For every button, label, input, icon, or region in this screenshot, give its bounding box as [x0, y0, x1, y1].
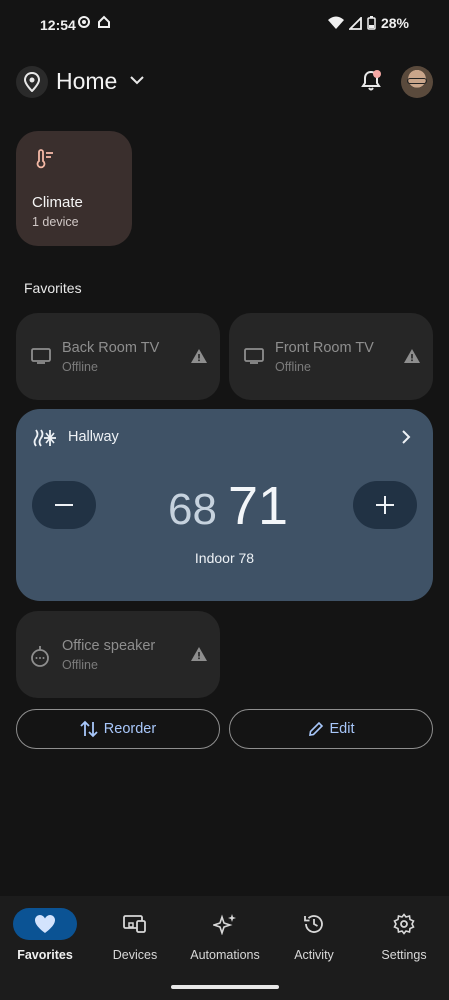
- home-selector[interactable]: Home: [56, 68, 117, 95]
- nav-label: Favorites: [17, 948, 73, 962]
- sync-icon: [78, 16, 90, 28]
- climate-device-count: 1 device: [32, 215, 79, 229]
- edit-button[interactable]: Edit: [229, 709, 433, 749]
- warning-icon: [404, 349, 420, 363]
- nav-devices[interactable]: Devices: [90, 908, 180, 962]
- nav-label: Automations: [190, 948, 260, 962]
- device-name: Back Room TV: [62, 340, 160, 356]
- reorder-button[interactable]: Reorder: [16, 709, 220, 749]
- reorder-icon: [80, 720, 98, 738]
- thermometer-icon: [36, 149, 53, 169]
- device-status: Offline: [62, 658, 98, 672]
- edit-label: Edit: [329, 721, 355, 737]
- home-status-icon: [98, 15, 110, 28]
- increase-temp-button[interactable]: [353, 481, 417, 529]
- chevron-down-icon[interactable]: [129, 72, 145, 88]
- battery-icon: [367, 16, 376, 30]
- heat-cool-icon: [33, 429, 56, 447]
- temperature-current: 71: [228, 476, 289, 536]
- minus-icon: [55, 504, 73, 506]
- nav-favorites[interactable]: Favorites: [0, 908, 90, 962]
- plus-icon: [376, 496, 394, 514]
- status-time: 12:54: [40, 17, 76, 33]
- thermostat-name: Hallway: [68, 429, 119, 445]
- device-status: Offline: [62, 360, 98, 374]
- climate-tile[interactable]: Climate 1 device: [16, 131, 132, 246]
- home-pin-icon[interactable]: [16, 66, 48, 98]
- device-name: Front Room TV: [275, 340, 374, 356]
- gear-icon: [393, 913, 415, 935]
- nav-label: Activity: [294, 948, 334, 962]
- device-tile-back-room-tv[interactable]: Back Room TV Offline: [16, 313, 220, 400]
- heart-icon: [35, 915, 55, 933]
- notification-badge: [373, 70, 381, 78]
- header: Home: [16, 62, 433, 102]
- avatar[interactable]: [401, 66, 433, 98]
- signal-icon: [348, 16, 362, 30]
- indoor-temperature: Indoor 78: [194, 550, 255, 566]
- nav-settings[interactable]: Settings: [359, 908, 449, 962]
- speaker-icon: [31, 646, 49, 667]
- battery-percent: 28%: [380, 15, 409, 31]
- device-tile-office-speaker[interactable]: Office speaker Offline: [16, 611, 220, 698]
- temperature-setpoint: 68: [168, 485, 217, 534]
- reorder-label: Reorder: [103, 721, 157, 737]
- tv-icon: [244, 348, 264, 364]
- thermostat-card-hallway[interactable]: Hallway 68 71 Indoor 78: [16, 409, 433, 601]
- wifi-icon: [327, 16, 344, 29]
- device-tile-front-room-tv[interactable]: Front Room TV Offline: [229, 313, 433, 400]
- sparkle-icon: [213, 914, 236, 935]
- nav-activity[interactable]: Activity: [269, 908, 359, 962]
- climate-title: Climate: [32, 194, 83, 211]
- warning-icon: [191, 349, 207, 363]
- nav-label: Devices: [112, 948, 158, 962]
- history-icon: [304, 915, 323, 933]
- nav-label: Settings: [381, 948, 427, 962]
- device-status: Offline: [275, 360, 311, 374]
- status-bar: 12:54 28%: [0, 0, 449, 50]
- favorites-heading: Favorites: [24, 280, 82, 296]
- pencil-icon: [308, 721, 323, 736]
- tv-icon: [31, 348, 51, 364]
- decrease-temp-button[interactable]: [32, 481, 96, 529]
- gesture-home-indicator[interactable]: [171, 985, 279, 989]
- devices-icon: [123, 915, 146, 933]
- nav-automations[interactable]: Automations: [180, 908, 270, 962]
- warning-icon: [191, 647, 207, 661]
- device-name: Office speaker: [62, 638, 156, 654]
- chevron-right-icon[interactable]: [401, 430, 411, 444]
